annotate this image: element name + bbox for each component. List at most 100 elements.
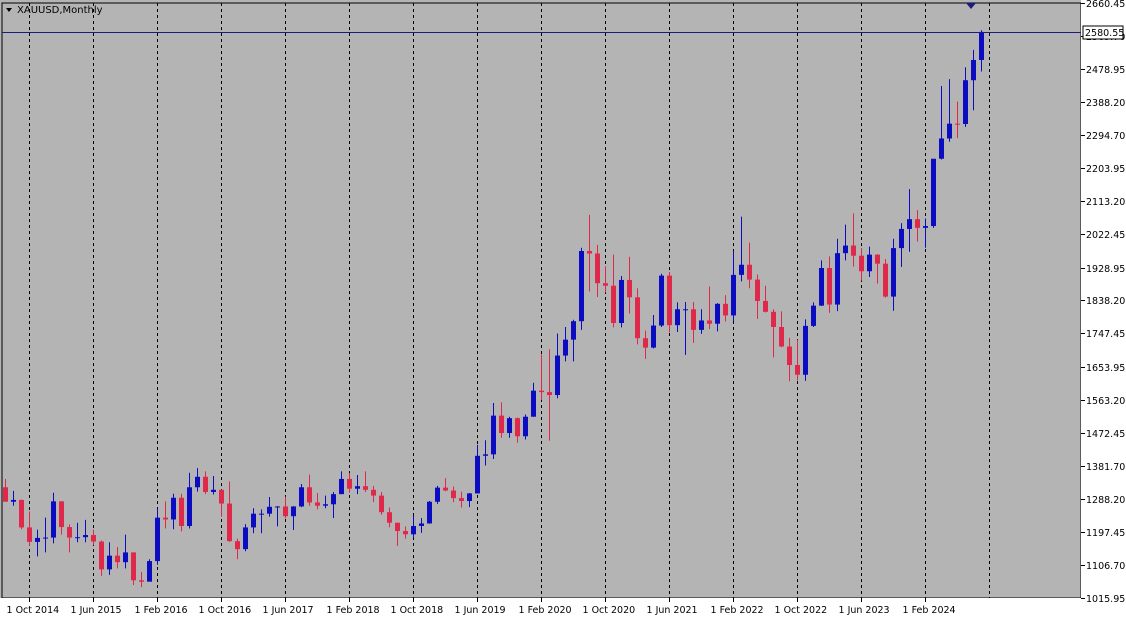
candle — [931, 158, 936, 228]
y-tick-label: 1197.45 — [1086, 528, 1125, 539]
candle-body — [491, 415, 496, 455]
candle — [619, 275, 624, 328]
candle-body — [499, 415, 504, 433]
candle-body — [187, 487, 192, 526]
candle — [19, 499, 24, 530]
y-tick-label: 2388.20 — [1086, 98, 1125, 109]
candle-body — [691, 309, 696, 330]
candle-body — [315, 502, 320, 506]
y-tick-label: 1653.95 — [1086, 363, 1125, 374]
x-tick-label: 1 Feb 2018 — [327, 605, 380, 616]
candle-body — [291, 506, 296, 517]
candle-body — [939, 138, 944, 159]
candle-body — [803, 325, 808, 375]
candle-body — [307, 487, 312, 503]
y-tick-label: 2294.70 — [1086, 131, 1125, 142]
candle-body — [523, 416, 528, 437]
x-tick-label: 1 Feb 2022 — [711, 605, 764, 616]
candle-body — [963, 80, 968, 125]
candle-body — [451, 490, 456, 499]
candle-body — [971, 59, 976, 81]
chart-window[interactable]: 2660.452569.702478.952388.202294.702203.… — [0, 0, 1126, 622]
candle — [427, 501, 432, 524]
candle-body — [179, 497, 184, 526]
candle-body — [979, 31, 984, 60]
candle — [131, 552, 136, 585]
candle-body — [51, 501, 56, 538]
chart-title: XAUUSD,Monthly — [17, 5, 103, 16]
candle-body — [243, 527, 248, 550]
candle — [803, 319, 808, 381]
y-tick-label: 1838.20 — [1086, 296, 1125, 307]
candle-body — [787, 346, 792, 365]
price-axis[interactable]: 2660.452569.702478.952388.202294.702203.… — [1081, 0, 1126, 622]
candle-body — [563, 339, 568, 356]
candle-body — [275, 506, 280, 508]
candle-body — [907, 219, 912, 229]
candle — [811, 302, 816, 327]
candle-body — [763, 300, 768, 312]
candle-body — [459, 498, 464, 502]
current-price-label: 2580.55 — [1082, 25, 1124, 40]
candle-body — [235, 541, 240, 550]
time-axis[interactable]: 1 Oct 2014 1 Jun 2015 1 Feb 2016 1 Oct 2016… — [0, 598, 1081, 622]
symbol-title[interactable]: XAUUSD,Monthly — [6, 5, 103, 16]
x-tick-label: 1 Oct 2022 — [775, 605, 828, 616]
candle-body — [67, 527, 72, 538]
candle-body — [219, 489, 224, 504]
candle-body — [299, 487, 304, 507]
x-tick-label: 1 Jun 2015 — [71, 605, 122, 616]
candle — [659, 273, 664, 327]
chart-background — [0, 0, 1126, 622]
candle-body — [139, 580, 144, 582]
candle-body — [43, 537, 48, 539]
chart-svg[interactable]: 2660.452569.702478.952388.202294.702203.… — [0, 0, 1126, 622]
y-tick-label: 2022.45 — [1086, 230, 1125, 241]
candle-body — [931, 158, 936, 227]
candle-body — [99, 541, 104, 570]
candle-body — [259, 513, 264, 515]
candle-body — [443, 487, 448, 491]
y-tick-label: 1563.20 — [1086, 396, 1125, 407]
candle-body — [267, 506, 272, 514]
candle — [147, 559, 152, 582]
candle-body — [11, 499, 16, 502]
candle-body — [539, 390, 544, 393]
candle-body — [675, 309, 680, 326]
candle-body — [683, 309, 688, 311]
candle-body — [547, 392, 552, 396]
candle-body — [779, 326, 784, 347]
candle-body — [739, 264, 744, 275]
candle-body — [35, 537, 40, 542]
candle-body — [891, 248, 896, 297]
candle-body — [811, 305, 816, 326]
candle-body — [571, 321, 576, 340]
candle-body — [899, 228, 904, 249]
candle-body — [883, 263, 888, 297]
candle-body — [83, 535, 88, 538]
x-tick-label: 1 Oct 2018 — [391, 605, 444, 616]
candle-body — [643, 338, 648, 348]
candle-body — [579, 251, 584, 322]
candle-body — [595, 253, 600, 284]
candle-body — [651, 325, 656, 348]
candle-body — [371, 489, 376, 496]
y-tick-label: 1381.70 — [1086, 462, 1125, 473]
candle-body — [947, 123, 952, 139]
candle-body — [403, 531, 408, 535]
candle — [179, 493, 184, 532]
candle-body — [475, 455, 480, 494]
y-tick-label: 1928.95 — [1086, 264, 1125, 275]
candle-body — [195, 476, 200, 488]
candle-body — [923, 226, 928, 228]
x-tick-label: 1 Feb 2016 — [135, 605, 188, 616]
candle-body — [323, 504, 328, 506]
candle-body — [427, 501, 432, 524]
y-tick-label: 2203.95 — [1086, 164, 1125, 175]
candle-body — [627, 279, 632, 298]
candle-body — [115, 555, 120, 563]
candle-body — [251, 513, 256, 528]
candle-body — [667, 275, 672, 326]
candle-body — [723, 303, 728, 316]
y-tick-label: 1106.70 — [1086, 561, 1125, 572]
